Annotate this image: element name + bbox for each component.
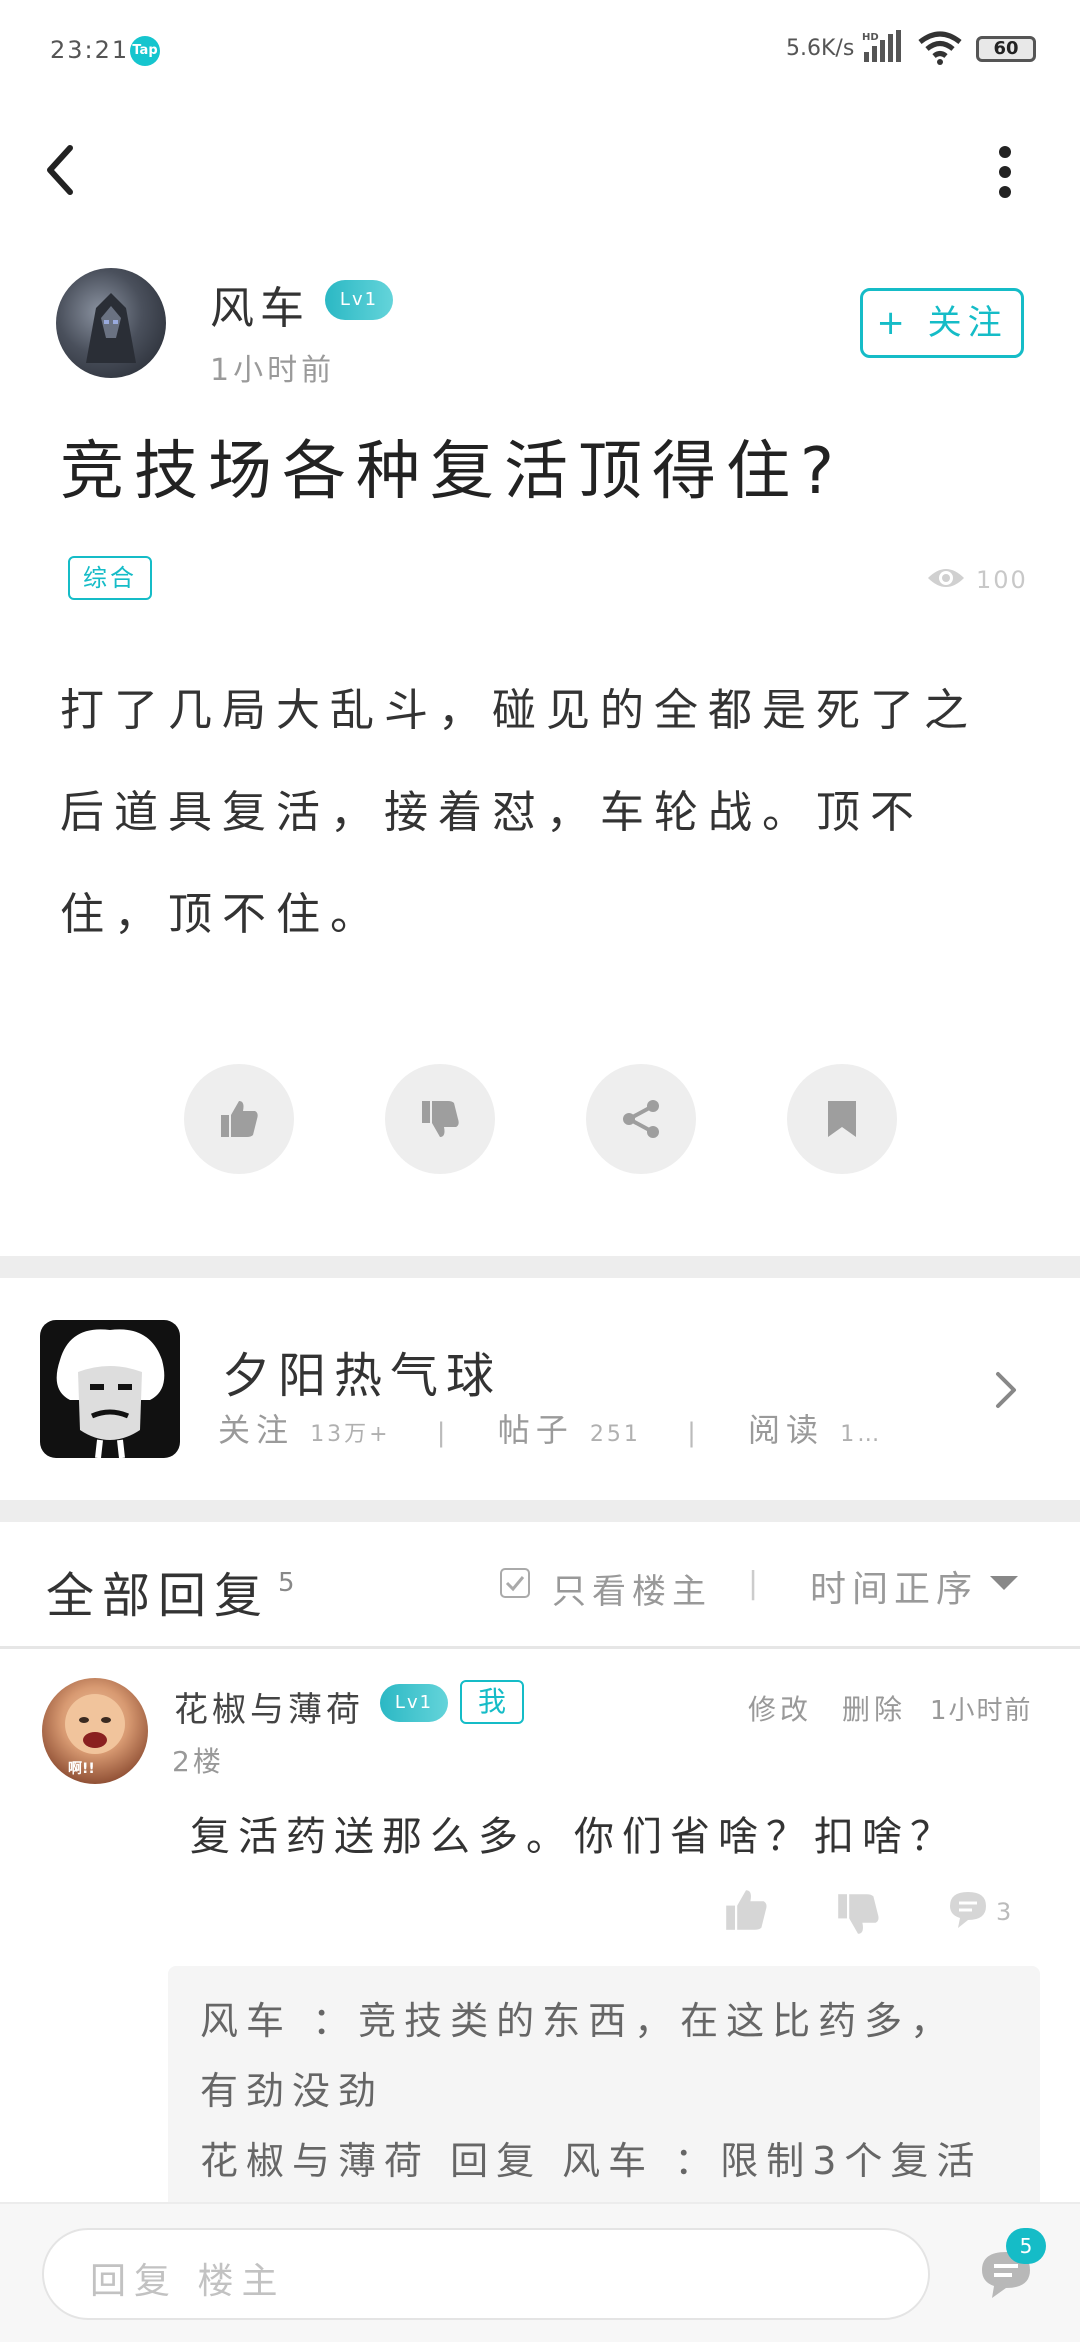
reply-time: 1小时前 xyxy=(930,1696,1033,1726)
wifi-icon xyxy=(918,31,962,65)
section-divider xyxy=(0,1256,1080,1278)
einstein-logo-image xyxy=(56,1329,165,1458)
followers-count: 13万+ xyxy=(310,1422,391,1447)
forum-logo[interactable] xyxy=(40,1320,180,1458)
tap-app-icon: Tap xyxy=(130,36,160,66)
reply-comment-count: 3 xyxy=(996,1898,1012,1926)
dislike-button[interactable] xyxy=(385,1064,495,1174)
posts-label: 帖子 xyxy=(497,1411,574,1449)
author-name[interactable]: 风车 xyxy=(210,272,310,336)
battery-icon: 60 xyxy=(976,36,1036,62)
posts-count: 251 xyxy=(589,1422,641,1447)
signal-icon: HD xyxy=(862,30,901,62)
post-time: 1小时前 xyxy=(210,353,336,388)
edit-button[interactable]: 修改 xyxy=(748,1688,812,1728)
share-icon xyxy=(623,1100,659,1138)
sort-dropdown[interactable]: 时间正序 xyxy=(810,1560,978,1612)
reply-input[interactable]: 回复 楼主 xyxy=(42,2228,930,2320)
caret-down-icon[interactable] xyxy=(990,1576,1018,1590)
floor-number: 2楼 xyxy=(172,1745,224,1778)
replies-count: 5 xyxy=(278,1568,295,1598)
reads-label: 阅读 xyxy=(748,1411,825,1449)
post-body: 打了几局大乱斗，碰见的全都是死了之后道具复活，接着怼，车轮战。顶不住，顶不住。 xyxy=(60,685,978,940)
back-arrow-icon[interactable] xyxy=(40,140,90,200)
category-tag[interactable]: 综合 xyxy=(68,556,152,600)
svg-text:HD: HD xyxy=(862,32,879,43)
only-op-label[interactable]: 只看楼主 xyxy=(552,1564,712,1613)
reply-like-icon[interactable] xyxy=(724,1888,768,1932)
post-title: 竞技场各种复活顶得住? xyxy=(60,435,844,509)
level-badge: Lv1 xyxy=(325,280,393,320)
sub-reply-line: 风车 ：竞技类的东西，在这比药多， xyxy=(200,1999,957,2043)
chevron-right-icon[interactable] xyxy=(990,1370,1020,1410)
stats-separator: | xyxy=(436,1418,452,1448)
reads-count: 1… xyxy=(840,1422,883,1447)
sub-reply-line: 有劲没劲 xyxy=(200,2069,385,2113)
follow-button[interactable]: + 关注 xyxy=(860,288,1024,358)
bottom-reply-bar: 回复 楼主 5 xyxy=(0,2202,1080,2342)
status-bar: 23:21 Tap 5.6K/s HD 60 xyxy=(0,0,1080,100)
reply-level-badge: Lv1 xyxy=(380,1684,448,1722)
header-divider xyxy=(0,1646,1080,1649)
forum-name: 夕阳热气球 xyxy=(222,1348,503,1404)
reply-dislike-icon[interactable] xyxy=(836,1892,880,1936)
me-badge: 我 xyxy=(460,1680,524,1724)
share-button[interactable] xyxy=(586,1064,696,1174)
all-replies-title: 全部回复 xyxy=(46,1568,271,1624)
eye-icon xyxy=(928,569,964,587)
like-button[interactable] xyxy=(184,1064,294,1174)
reply-body: 复活药送那么多。你们省啥？扣啥？ xyxy=(190,1814,958,1860)
header-separator: | xyxy=(748,1566,759,1601)
followers-label: 关注 xyxy=(218,1411,295,1449)
section-divider xyxy=(0,1500,1080,1522)
delete-button[interactable]: 删除 xyxy=(842,1688,906,1728)
author-avatar[interactable] xyxy=(56,268,166,378)
more-vertical-icon[interactable] xyxy=(990,144,1020,200)
network-speed: 5.6K/s xyxy=(786,36,855,61)
reply-author-name[interactable]: 花椒与薄荷 xyxy=(174,1682,364,1731)
like-icon xyxy=(221,1101,258,1137)
stats-separator: | xyxy=(687,1418,702,1448)
sub-reply-line: 花椒与薄荷 回复 风车 ：限制3个复活 xyxy=(200,2139,983,2183)
robot-avatar-image xyxy=(86,293,136,363)
forum-stats: 关注 13万+ | 帖子 251 | 阅读 1… xyxy=(218,1405,882,1451)
reply-placeholder: 回复 楼主 xyxy=(90,2261,286,2302)
child-avatar-image xyxy=(65,1694,125,1754)
only-op-checkbox[interactable] xyxy=(500,1568,530,1598)
check-icon xyxy=(505,1576,525,1592)
avatar-caption: 啊!! xyxy=(68,1761,95,1777)
reply-avatar[interactable]: 啊!! xyxy=(42,1678,148,1784)
status-time: 23:21 xyxy=(50,36,130,64)
reply-comment-icon[interactable] xyxy=(946,1888,990,1932)
message-badge: 5 xyxy=(1006,2228,1046,2264)
bookmark-button[interactable] xyxy=(787,1064,897,1174)
dislike-icon xyxy=(422,1101,459,1137)
bookmark-icon xyxy=(828,1101,856,1137)
view-count: 100 xyxy=(976,566,1028,594)
